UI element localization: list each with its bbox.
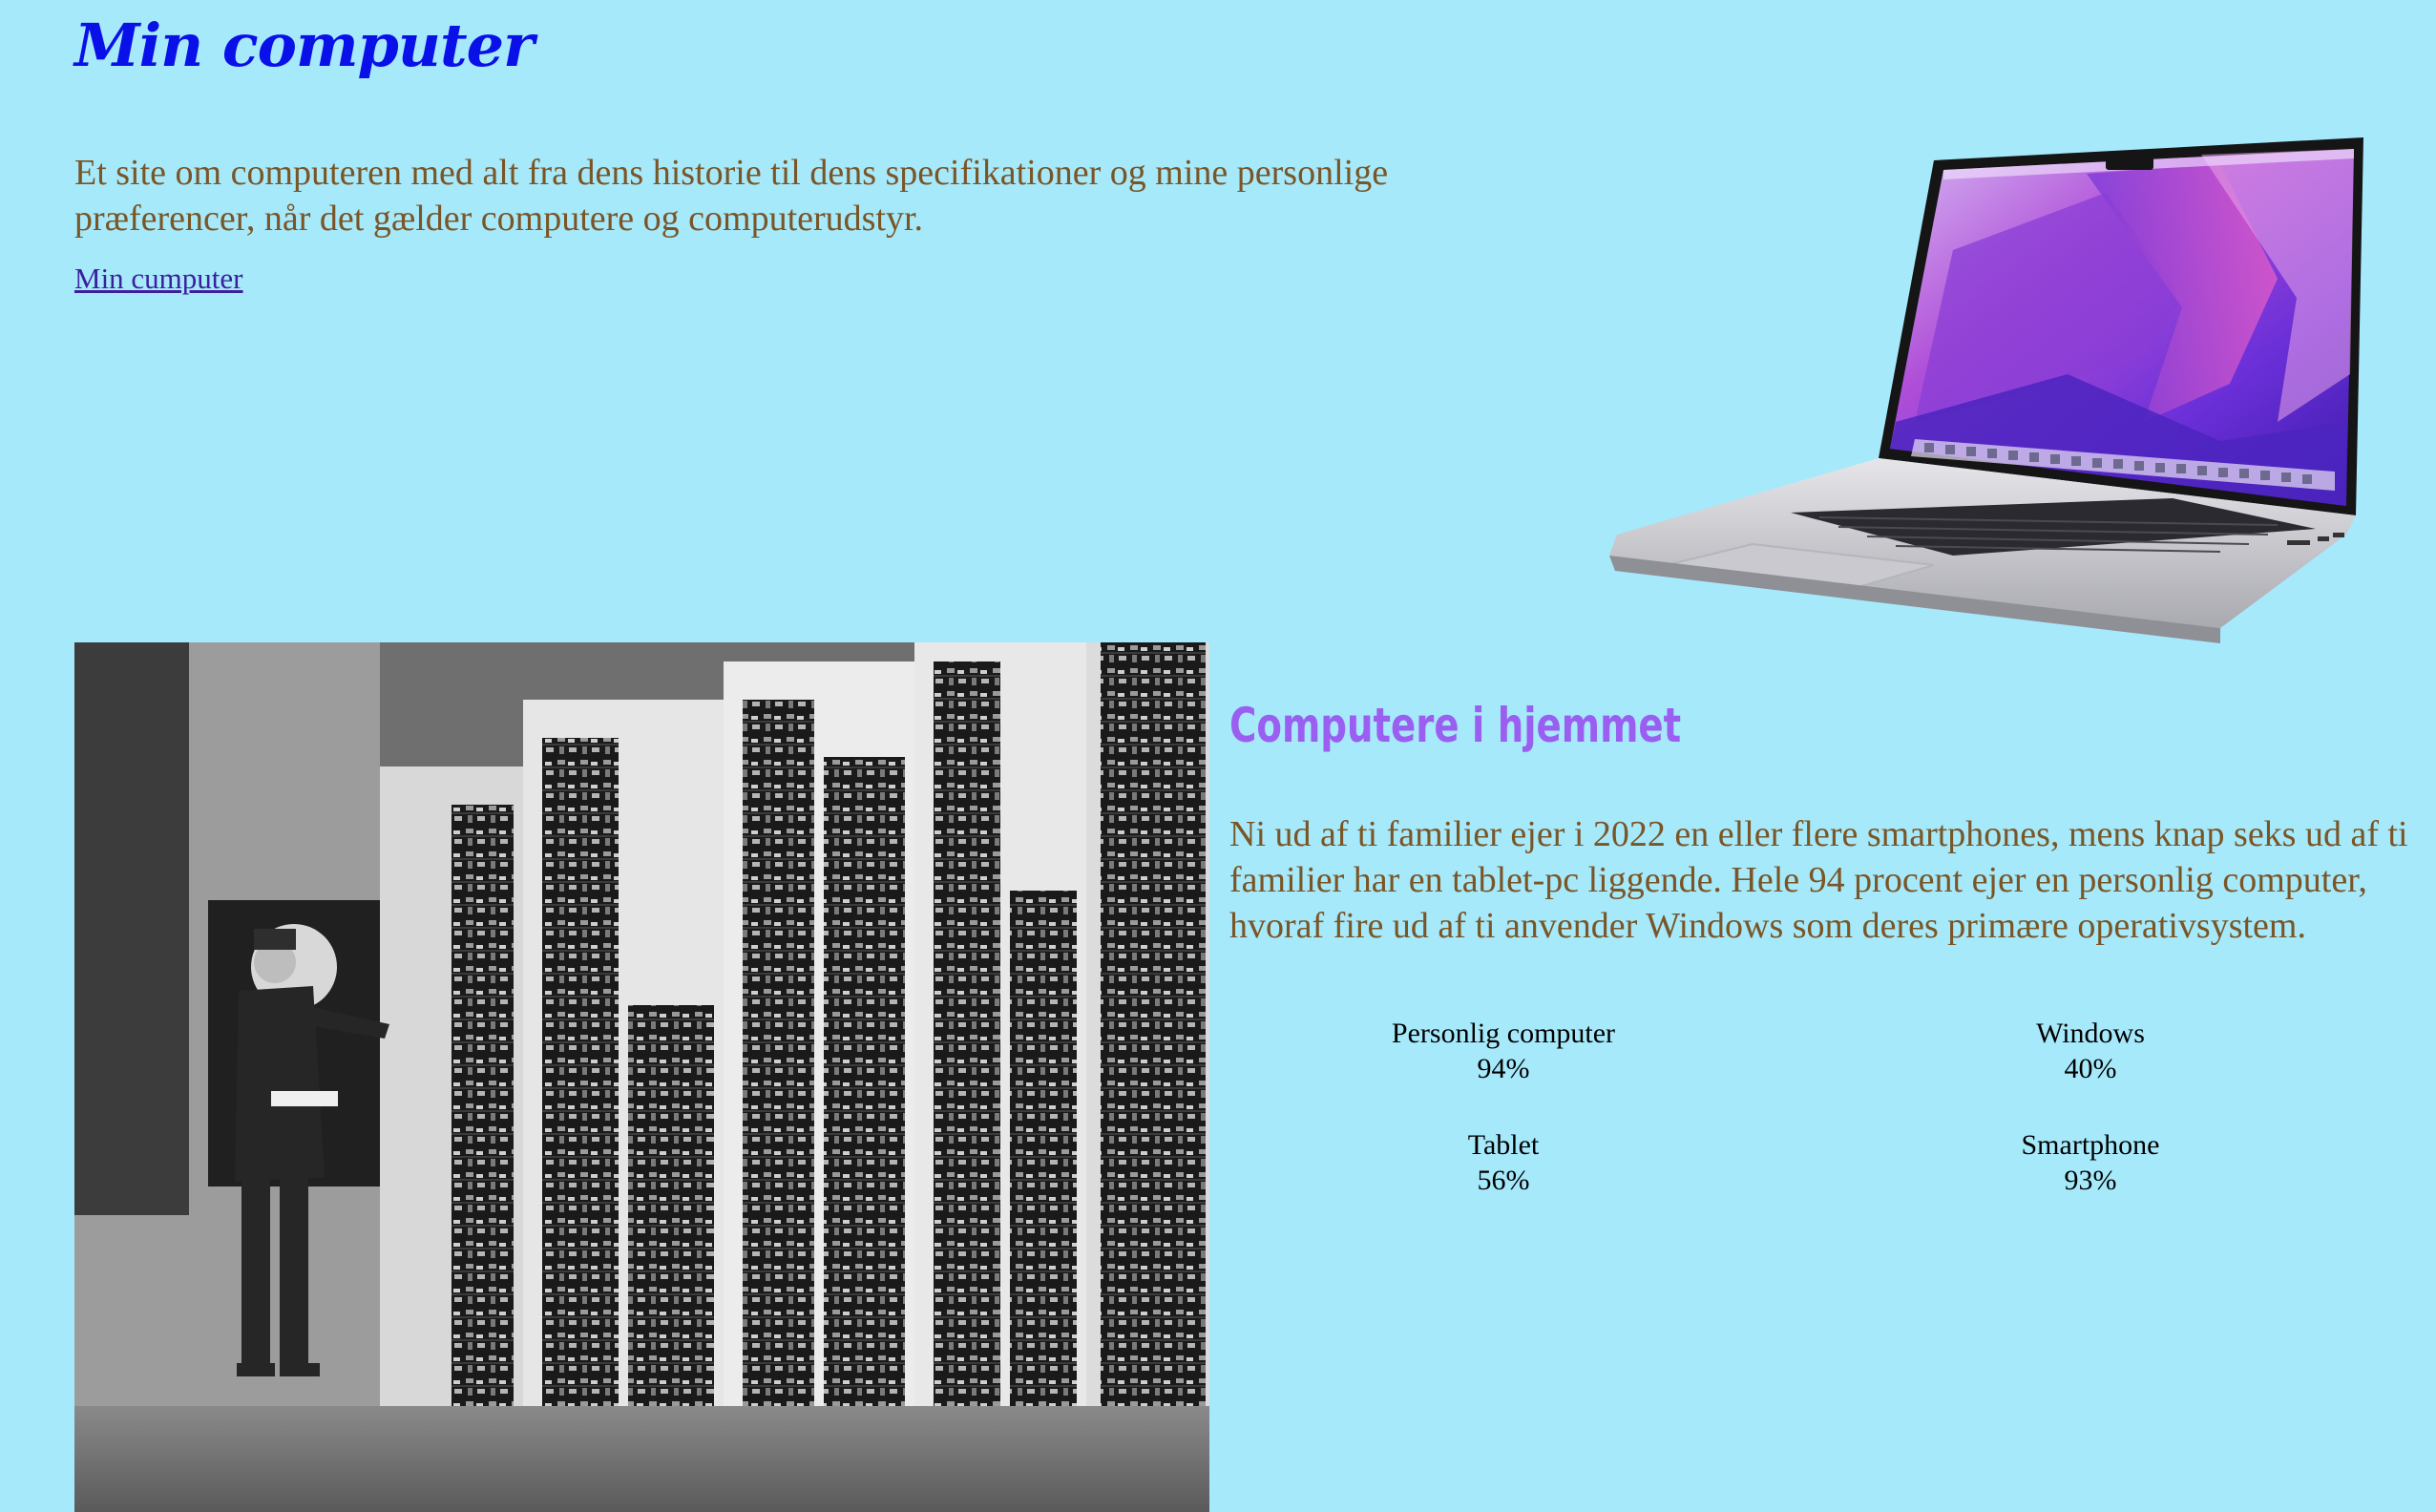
stat-tablet: Tablet 56% bbox=[1303, 1127, 1704, 1198]
stat-value: 40% bbox=[2064, 1053, 2117, 1084]
min-cumputer-link[interactable]: Min cumputer bbox=[74, 262, 243, 296]
stat-label: Personlig computer bbox=[1391, 1018, 1616, 1049]
section-text: Ni ud af ti familier ejer i 2022 en elle… bbox=[1229, 814, 2408, 946]
stat-value: 94% bbox=[1477, 1053, 1530, 1084]
stat-label: Tablet bbox=[1467, 1129, 1540, 1161]
historic-computer-photo bbox=[74, 642, 1209, 1512]
stat-personal-computer: Personlig computer 94% bbox=[1303, 1016, 1704, 1086]
stat-label: Windows bbox=[2036, 1018, 2145, 1049]
stat-label: Smartphone bbox=[2021, 1129, 2160, 1161]
stat-value: 56% bbox=[1477, 1165, 1530, 1196]
section-title: Computere i hjemmet bbox=[1229, 698, 1682, 753]
intro-text: Et site om computeren med alt fra dens h… bbox=[74, 153, 1389, 239]
stat-smartphone: Smartphone 93% bbox=[1890, 1127, 2291, 1198]
stat-value: 93% bbox=[2064, 1165, 2117, 1196]
laptop-image bbox=[1609, 137, 2363, 643]
stat-windows: Windows 40% bbox=[1890, 1016, 2291, 1086]
site-title: Min computer bbox=[74, 10, 535, 80]
